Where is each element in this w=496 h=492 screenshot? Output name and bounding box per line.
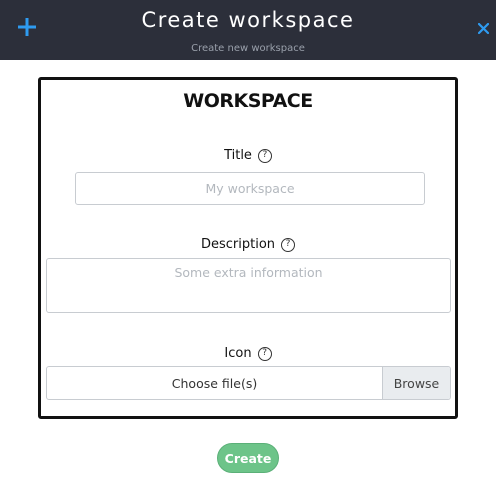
help-icon[interactable]: ? (257, 346, 272, 361)
header-bar: Create workspace Create new workspace (0, 0, 496, 60)
icon-label-row: Icon ? (41, 346, 455, 361)
close-button[interactable] (474, 19, 492, 37)
choose-files-label[interactable]: Choose file(s) (47, 367, 382, 399)
dialog-subtitle: Create new workspace (191, 43, 305, 54)
title-label: Title (224, 148, 252, 163)
help-icon[interactable]: ? (281, 237, 296, 252)
title-input[interactable] (75, 172, 425, 205)
title-label-row: Title ? (41, 148, 455, 163)
description-input[interactable] (46, 258, 451, 313)
dialog-title: Create workspace (141, 8, 355, 32)
form-title: WORKSPACE (183, 90, 313, 112)
description-label: Description (200, 237, 276, 252)
close-icon (477, 22, 489, 34)
description-label-row: Description ? (41, 237, 455, 252)
workspace-form-panel: WORKSPACE Title ? Description ? Icon ? C… (38, 77, 458, 419)
icon-file-input[interactable]: Choose file(s) Browse (46, 366, 451, 400)
browse-button[interactable]: Browse (382, 367, 450, 399)
help-icon[interactable]: ? (257, 148, 272, 163)
icon-label: Icon (224, 346, 252, 361)
create-button[interactable]: Create (217, 443, 279, 473)
